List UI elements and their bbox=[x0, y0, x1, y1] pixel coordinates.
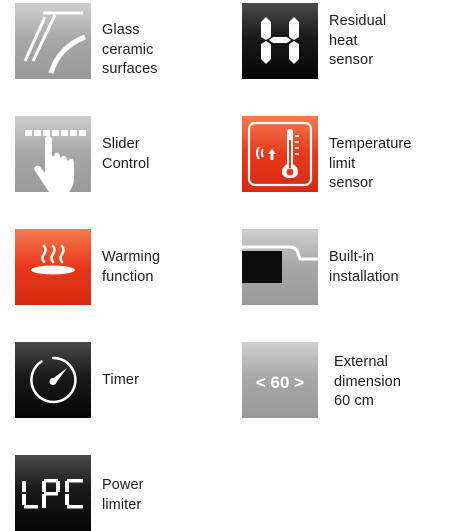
feature-label: Built-in installation bbox=[329, 249, 399, 285]
feature-label: Warming function bbox=[102, 249, 161, 285]
feature-label: Power limiter bbox=[102, 477, 144, 513]
timer-dial-icon bbox=[15, 342, 91, 418]
glass-ceramic-icon bbox=[15, 3, 91, 79]
feature-label: External dimension 60 cm bbox=[334, 354, 401, 409]
dimension-badge-text: < 60 > bbox=[256, 373, 304, 392]
lpc-display-icon bbox=[15, 455, 91, 531]
warming-plate-icon bbox=[15, 229, 91, 305]
feature-label: Glass ceramic surfaces bbox=[102, 22, 158, 77]
dimension-badge-icon: < 60 > bbox=[242, 342, 318, 418]
built-in-installation-icon bbox=[242, 229, 318, 305]
feature-label: Timer bbox=[102, 372, 140, 388]
residual-heat-h-icon bbox=[242, 3, 318, 79]
feature-label: Temperature limit sensor bbox=[329, 136, 412, 191]
feature-label: Slider Control bbox=[102, 136, 150, 172]
thermometer-icon bbox=[242, 116, 318, 192]
feature-label: Residual heat sensor bbox=[329, 13, 387, 68]
slider-finger-icon bbox=[15, 116, 91, 192]
